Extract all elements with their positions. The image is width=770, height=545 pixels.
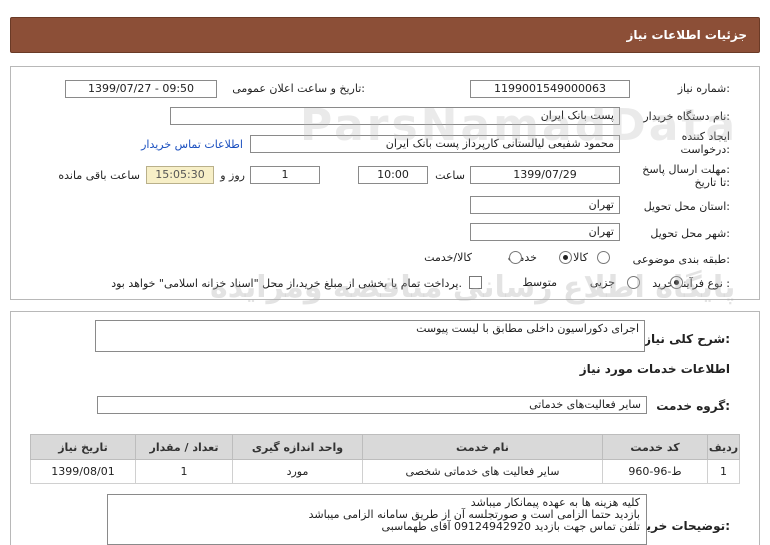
remaining-time-field: 15:05:30 xyxy=(146,166,214,184)
days-label: روز و xyxy=(220,169,245,182)
city-field: تهران xyxy=(470,223,620,241)
category-service-radio[interactable] xyxy=(558,251,572,264)
remaining-time-label: ساعت باقی مانده xyxy=(58,169,140,182)
cell-quantity: 1 xyxy=(135,459,233,484)
page-title: جزئیات اطلاعات نیاز xyxy=(626,28,747,42)
service-group-field: سایر فعالیت‌های خدماتی xyxy=(97,396,647,414)
cell-row-number: 1 xyxy=(707,459,740,484)
days-remaining-field: 1 xyxy=(250,166,320,184)
cell-service-code: ط-96-960 xyxy=(602,459,708,484)
col-service-code: کد خدمت xyxy=(602,434,708,460)
buyer-note-line: تلفن تماس جهت بازدید 09124942920 آقای طه… xyxy=(381,520,640,533)
category-goods-label: کالا xyxy=(573,251,588,264)
category-goods-service-label: کالا/خدمت xyxy=(424,251,472,264)
buyer-contact-link[interactable]: اطلاعات تماس خریدار xyxy=(141,138,243,151)
category-goods-radio[interactable] xyxy=(597,251,610,264)
need-number-label: شماره نیاز: xyxy=(677,82,730,95)
watermark-text: ParsNamadData xyxy=(300,100,739,151)
watermark-subtext: پایگاه اطلاع رسانی مناقصه ومزایده xyxy=(210,270,736,305)
summary-label: شرح کلی نیاز: xyxy=(644,332,730,346)
service-group-label: گروه خدمت: xyxy=(656,399,730,413)
buyer-notes-field: کلیه هزینه ها به عهده پیمانکار میباشد با… xyxy=(107,494,647,545)
province-label: استان محل تحویل: xyxy=(643,200,730,213)
col-need-date: تاریخ نیاز xyxy=(30,434,136,460)
deadline-date-field: 1399/07/29 xyxy=(470,166,620,184)
category-label: طبقه بندی موضوعی: xyxy=(632,253,730,266)
city-label: شهر محل تحویل: xyxy=(650,227,730,240)
table-header-row: ردیف کد خدمت نام خدمت واحد اندازه گیری ت… xyxy=(30,434,740,460)
table-row: 1 ط-96-960 سایر فعالیت های خدماتی شخصی م… xyxy=(30,459,740,484)
category-goods-service-radio[interactable] xyxy=(509,251,522,264)
deadline-time-field: 10:00 xyxy=(358,166,428,184)
col-row-number: ردیف xyxy=(707,434,740,460)
deadline-label-2: تا تاریخ: xyxy=(694,176,730,189)
summary-field: اجرای دکوراسیون داخلی مطابق با لیست پیوس… xyxy=(95,320,645,352)
province-field: تهران xyxy=(470,196,620,214)
services-table: ردیف کد خدمت نام خدمت واحد اندازه گیری ت… xyxy=(30,434,740,484)
deadline-label-1: مهلت ارسال پاسخ: xyxy=(642,163,730,176)
col-unit: واحد اندازه گیری xyxy=(232,434,363,460)
services-table-wrap: ردیف کد خدمت نام خدمت واحد اندازه گیری ت… xyxy=(30,434,740,484)
announce-date-field: 1399/07/27 - 09:50 xyxy=(65,80,217,98)
need-number-field: 1199001549000063 xyxy=(470,80,630,98)
col-service-name: نام خدمت xyxy=(362,434,603,460)
cell-service-name: سایر فعالیت های خدماتی شخصی xyxy=(362,459,603,484)
services-section-title: اطلاعات خدمات مورد نیاز xyxy=(579,362,730,376)
cell-need-date: 1399/08/01 xyxy=(30,459,136,484)
col-quantity: تعداد / مقدار xyxy=(135,434,233,460)
announce-date-label: تاریخ و ساعت اعلان عمومی: xyxy=(232,82,365,95)
page-header: جزئیات اطلاعات نیاز xyxy=(10,17,760,53)
cell-unit: مورد xyxy=(232,459,363,484)
deadline-time-label: ساعت xyxy=(435,169,465,182)
